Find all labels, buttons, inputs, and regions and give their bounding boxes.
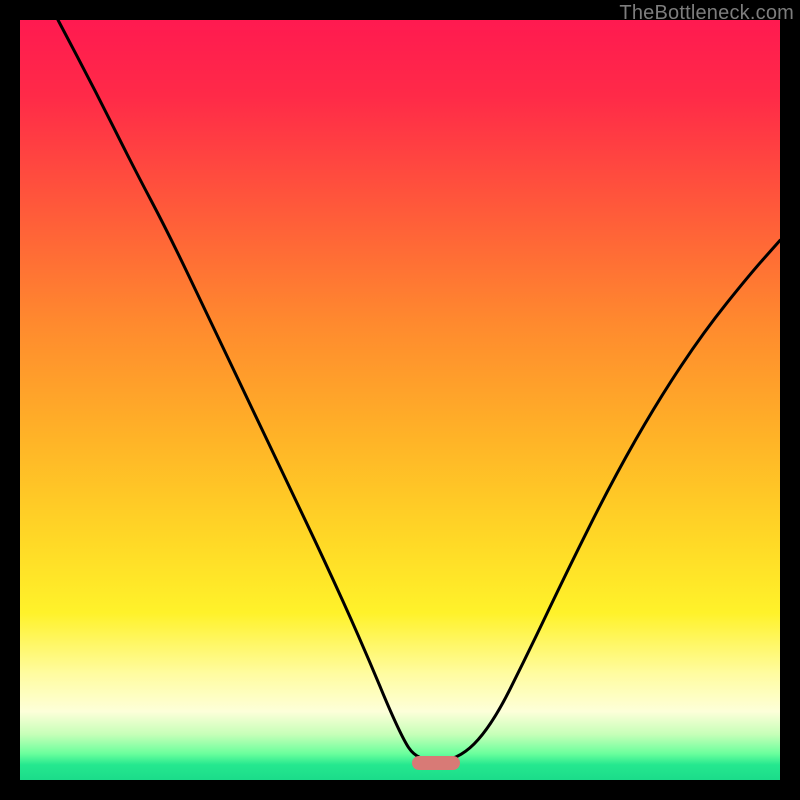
watermark-text: TheBottleneck.com [619,2,794,25]
chart-frame [20,20,780,780]
bottleneck-curve [20,20,780,780]
optimum-marker [412,756,460,770]
